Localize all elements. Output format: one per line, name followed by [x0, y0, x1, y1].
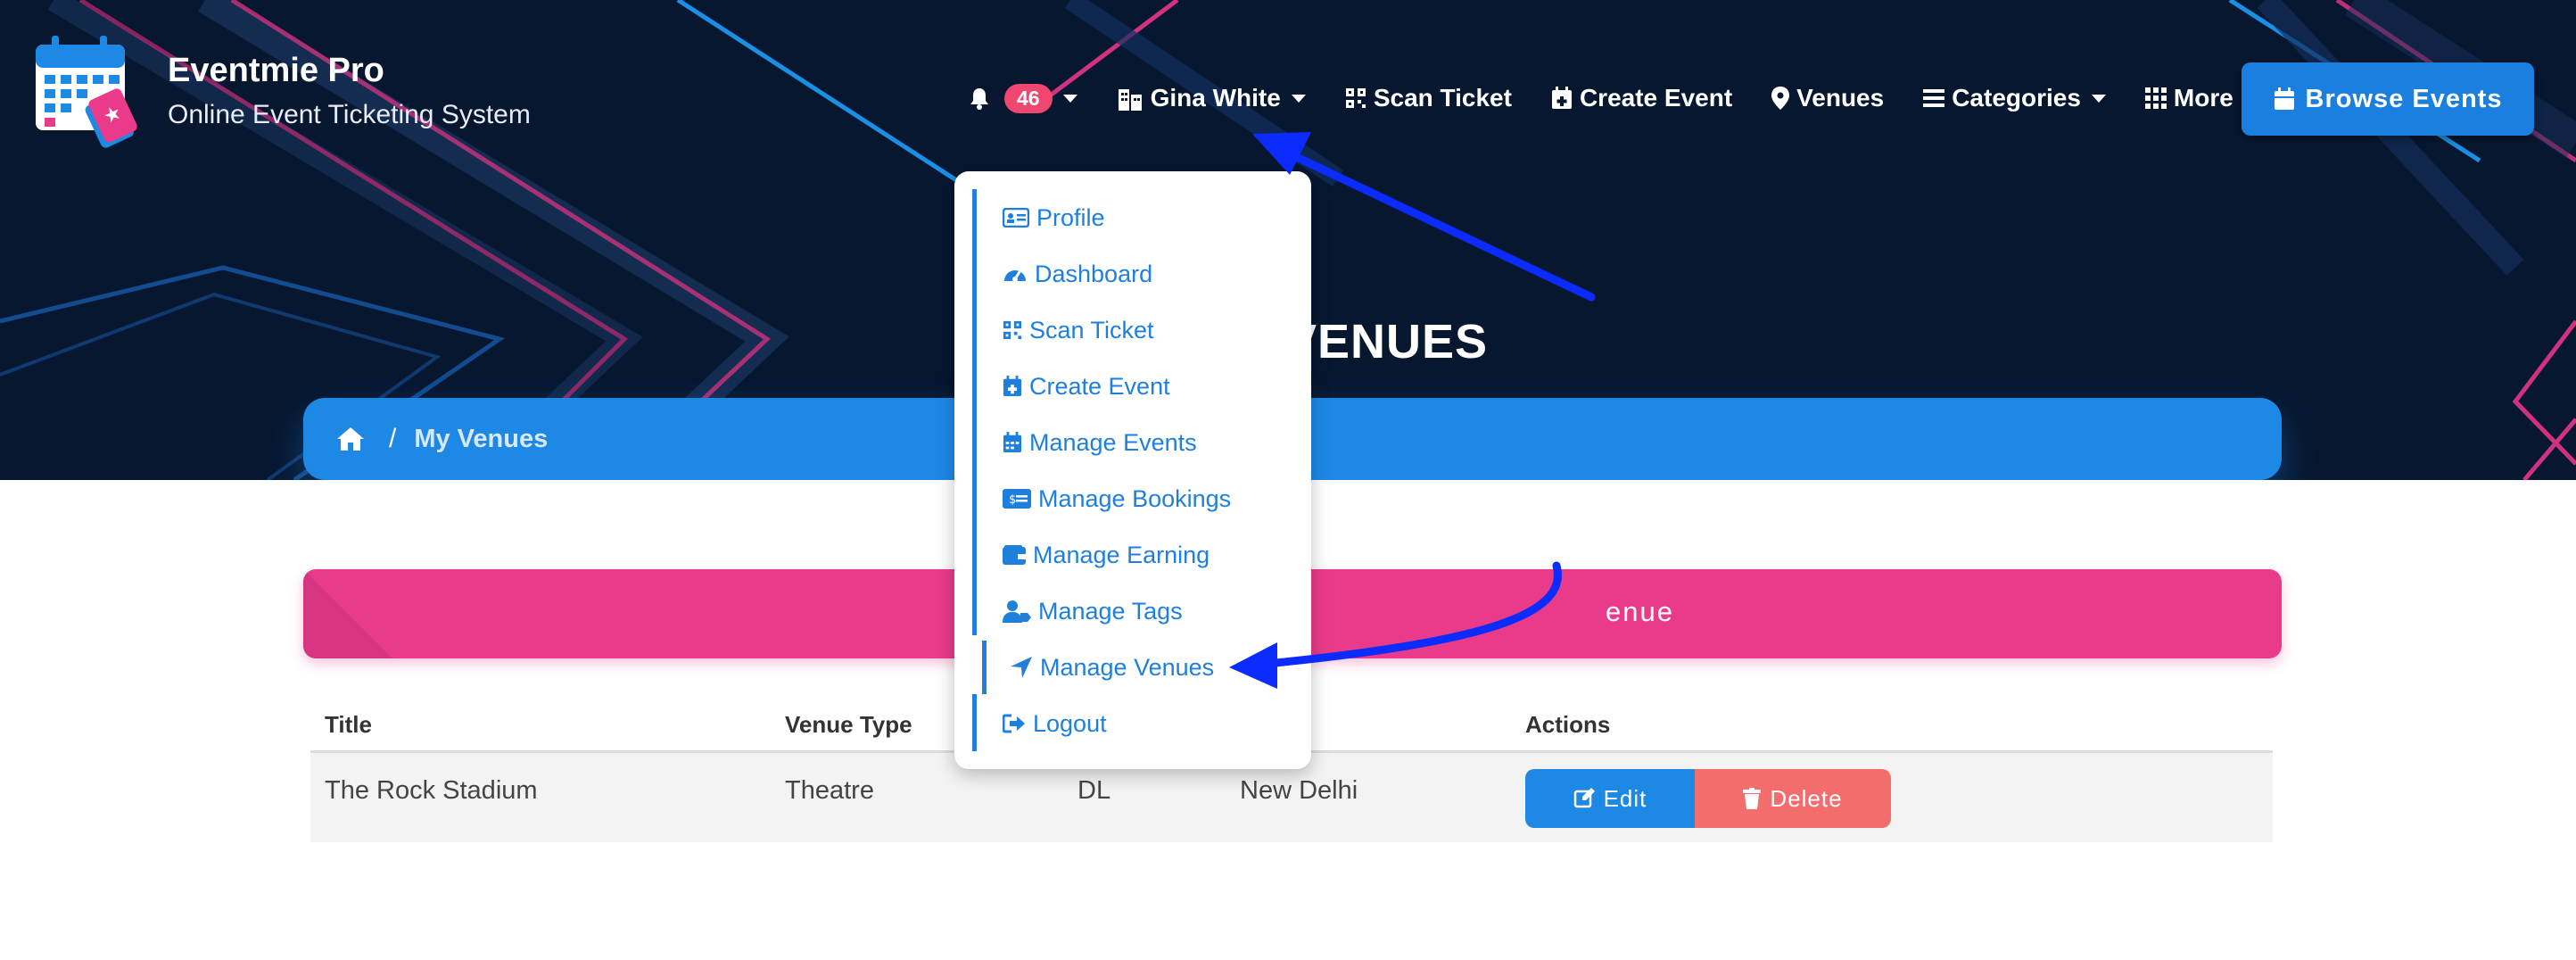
edit-icon: [1573, 788, 1595, 808]
breadcrumb-current: My Venues: [414, 424, 549, 453]
menu-item-label: Logout: [1033, 709, 1107, 737]
svg-text:$: $: [1009, 493, 1016, 507]
venue-city: New Delhi: [1240, 776, 1358, 805]
main-nav: 46 Gina White Scan Ticket Create Event V…: [969, 62, 2298, 134]
menu-item-label: Manage Events: [1029, 428, 1197, 456]
menu-item-logout[interactable]: Logout: [972, 697, 1107, 750]
calendar-logo-icon: ★: [36, 36, 137, 148]
user-name: Gina White: [1150, 84, 1281, 112]
menu-item-manage-tags[interactable]: Manage Tags: [972, 584, 1183, 638]
header-title: Title: [325, 711, 372, 738]
menu-item-label: Scan Ticket: [1029, 316, 1154, 343]
menu-item-label: Dashboard: [1035, 260, 1153, 287]
location-arrow-icon: [1011, 657, 1032, 678]
id-card-icon: [1003, 208, 1029, 228]
qrcode-icon: [1345, 88, 1366, 108]
money-check-icon: $: [1003, 489, 1031, 509]
edit-button[interactable]: Edit: [1525, 769, 1695, 828]
header-actions: Actions: [1525, 711, 1611, 738]
user-dropdown-menu: Profile Dashboard Scan Ticket Create Eve…: [954, 171, 1311, 769]
page-title: VENUES: [1284, 315, 1489, 368]
calendar-plus-icon: [1003, 376, 1022, 396]
menu-item-label: Manage Earning: [1033, 541, 1210, 568]
browse-events-label: Browse Events: [2305, 84, 2503, 113]
menu-item-dashboard[interactable]: Dashboard: [972, 247, 1152, 301]
bell-icon: [970, 88, 988, 110]
header-venue-type: Venue Type: [785, 711, 912, 738]
user-tag-icon: [1003, 600, 1031, 623]
chevron-down-icon: [2091, 94, 2106, 103]
bar-corner-decoration: [303, 569, 482, 658]
delete-button[interactable]: Delete: [1695, 769, 1891, 828]
nav-venues[interactable]: Venues: [1771, 84, 1884, 112]
browse-events-button[interactable]: Browse Events: [2242, 62, 2534, 136]
building-icon: [1118, 89, 1142, 111]
chevron-down-icon: [1062, 94, 1077, 103]
calendar-icon: [1003, 432, 1022, 452]
calendar-icon: [2274, 87, 2294, 110]
qrcode-icon: [1003, 320, 1022, 340]
add-venue-label: enue: [1606, 596, 1674, 627]
notification-count-badge: 46: [1004, 83, 1053, 113]
wallet-icon: [1003, 545, 1026, 565]
row-actions: Edit Delete: [1525, 769, 1891, 828]
menu-item-manage-events[interactable]: Manage Events: [972, 416, 1197, 469]
venue-state: DL: [1077, 776, 1111, 805]
brand[interactable]: ★ Eventmie Pro Online Event Ticketing Sy…: [32, 34, 531, 150]
menu-item-manage-bookings[interactable]: $ Manage Bookings: [972, 472, 1231, 526]
home-icon[interactable]: [335, 426, 366, 452]
breadcrumb-separator: /: [389, 424, 397, 453]
menu-item-create-event[interactable]: Create Event: [972, 360, 1170, 413]
menu-item-label: Profile: [1036, 203, 1105, 231]
menu-item-manage-earning[interactable]: Manage Earning: [972, 528, 1210, 582]
calendar-plus-icon: [1551, 87, 1572, 109]
nav-scan-ticket[interactable]: Scan Ticket: [1345, 84, 1512, 112]
bars-icon: [1923, 89, 1945, 107]
menu-item-label: Manage Venues: [1040, 653, 1215, 681]
map-marker-icon: [1771, 87, 1790, 110]
nav-create-event[interactable]: Create Event: [1551, 84, 1732, 112]
menu-item-manage-venues[interactable]: Manage Venues: [982, 641, 1214, 694]
menu-item-label: Manage Tags: [1038, 597, 1183, 625]
delete-label: Delete: [1770, 784, 1843, 812]
menu-item-label: Manage Bookings: [1038, 484, 1232, 512]
menu-item-scan-ticket[interactable]: Scan Ticket: [972, 303, 1154, 357]
brand-title: Eventmie Pro: [168, 52, 384, 89]
menu-item-label: Create Event: [1029, 372, 1170, 400]
nav-create-event-label: Create Event: [1579, 84, 1733, 112]
nav-categories-label: Categories: [1952, 84, 2081, 112]
sign-out-icon: [1003, 714, 1025, 733]
nav-more-label: More: [2173, 84, 2233, 112]
nav-categories[interactable]: Categories: [1923, 84, 2106, 112]
chevron-down-icon: [1291, 94, 1306, 103]
gauge-icon: [1004, 269, 1026, 282]
nav-venues-label: Venues: [1796, 84, 1885, 112]
menu-item-profile[interactable]: Profile: [972, 191, 1105, 244]
grid-icon: [2144, 87, 2167, 109]
nav-scan-ticket-label: Scan Ticket: [1373, 84, 1512, 112]
venue-title: The Rock Stadium: [325, 776, 538, 805]
edit-label: Edit: [1603, 784, 1647, 812]
trash-icon: [1743, 788, 1762, 809]
brand-subtitle: Online Event Ticketing System: [168, 100, 531, 129]
venue-type: Theatre: [785, 776, 874, 805]
notifications-menu[interactable]: 46: [969, 83, 1077, 113]
user-menu-toggle[interactable]: Gina White: [1117, 84, 1306, 112]
